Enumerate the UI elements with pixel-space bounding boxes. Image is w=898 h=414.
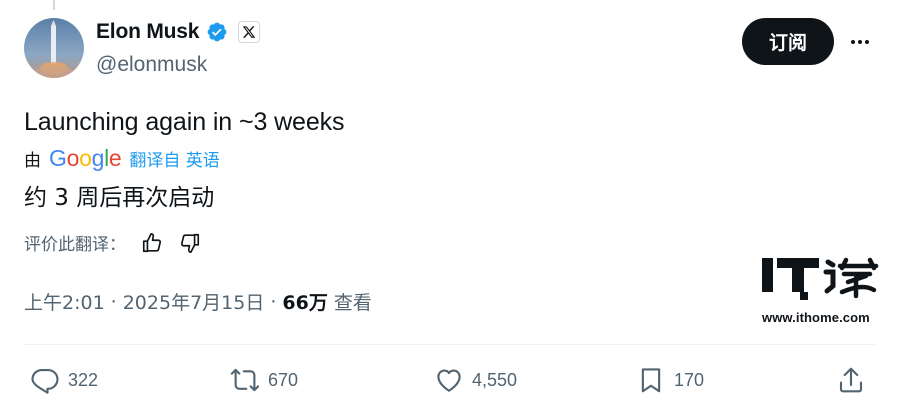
tweet-header: Elon Musk @elonmusk 订阅 — [24, 18, 876, 80]
translated-by-label: 由 — [24, 151, 41, 171]
actions-divider — [24, 344, 876, 345]
ithome-logo — [762, 257, 879, 300]
rate-up-button[interactable] — [140, 231, 164, 255]
tweet-date[interactable]: 2025年7月15日 — [123, 288, 265, 315]
name-row: Elon Musk — [96, 20, 261, 44]
rate-translation-row: 评价此翻译： — [24, 230, 202, 255]
thumbs-up-icon — [142, 232, 162, 252]
more-button[interactable] — [846, 28, 874, 56]
like-count: 4,550 — [472, 369, 518, 390]
share-icon — [839, 367, 863, 393]
like-button[interactable]: 4,550 — [434, 362, 517, 398]
subscribe-button[interactable]: 订阅 — [742, 18, 834, 65]
reply-icon — [31, 368, 59, 394]
more-horizontal-icon — [851, 40, 869, 44]
share-button[interactable] — [836, 362, 866, 398]
ithome-url: www.ithome.com — [762, 310, 870, 325]
rate-translation-label: 评价此翻译： — [24, 235, 126, 255]
retweet-button[interactable]: 670 — [230, 362, 298, 398]
tweet-text: Launching again in ~3 weeks — [24, 108, 345, 136]
heart-icon — [437, 369, 461, 392]
meta-separator: · — [270, 290, 277, 313]
bookmark-count: 170 — [674, 369, 705, 390]
avatar[interactable] — [24, 18, 84, 78]
bookmark-icon — [641, 368, 661, 393]
retweet-count: 670 — [268, 369, 299, 390]
retweet-icon — [230, 368, 260, 392]
reply-count: 322 — [68, 369, 99, 390]
thread-connector-line — [53, 0, 55, 10]
user-handle[interactable]: @elonmusk — [96, 53, 207, 77]
google-logo: Google — [49, 145, 122, 171]
verified-badge-icon[interactable] — [206, 21, 228, 43]
rate-down-button[interactable] — [178, 231, 202, 255]
translated-from-link[interactable]: 翻译自 英语 — [129, 146, 219, 171]
translated-text: 约 3 周后再次启动 — [24, 185, 215, 211]
display-name[interactable]: Elon Musk — [96, 20, 199, 44]
avatar-image — [24, 18, 84, 78]
tweet-time[interactable]: 上午2:01 — [24, 288, 105, 315]
tweet-actions-bar: 322 670 4,550 170 — [24, 362, 876, 398]
bookmark-button[interactable]: 170 — [636, 362, 704, 398]
x-logo-badge — [238, 21, 261, 43]
tweet-meta: 上午2:01 · 2025年7月15日 · 66万 查看 — [24, 288, 372, 315]
meta-separator: · — [110, 290, 117, 313]
views-count: 66万 — [282, 292, 328, 314]
ithome-watermark: www.ithome.com — [762, 256, 882, 326]
translation-attribution: 由 Google 翻译自 英语 — [24, 145, 220, 172]
x-logo-icon — [242, 26, 256, 38]
thumbs-down-icon — [180, 233, 200, 253]
views-label: 查看 — [333, 292, 372, 314]
reply-button[interactable]: 322 — [30, 362, 98, 398]
